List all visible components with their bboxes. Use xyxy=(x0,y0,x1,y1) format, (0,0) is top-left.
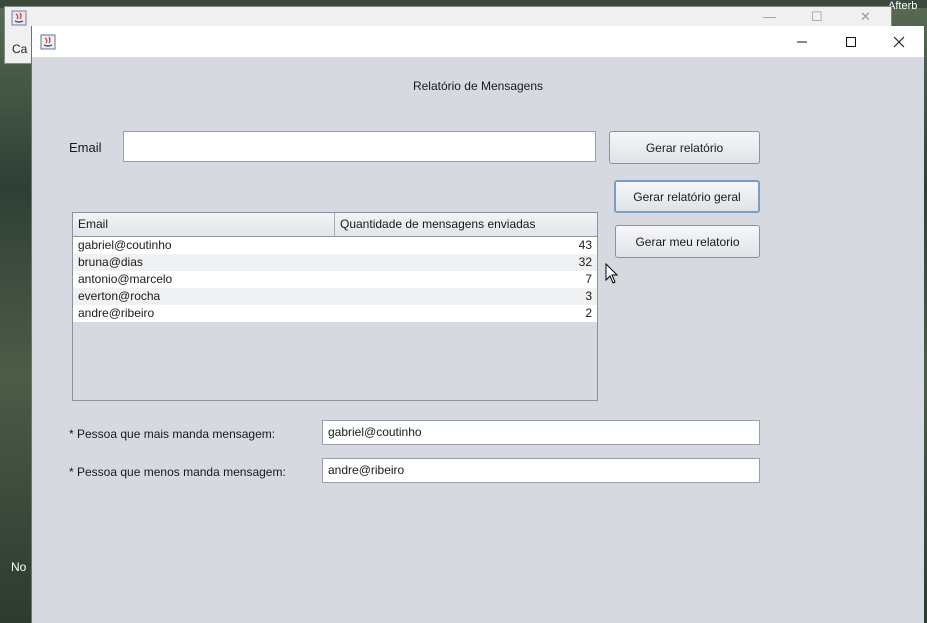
count-cell: 3 xyxy=(585,289,592,303)
close-icon xyxy=(893,36,905,47)
generate-report-button[interactable]: Gerar relatório xyxy=(609,131,760,164)
java-icon xyxy=(11,10,27,26)
mouse-cursor-icon xyxy=(605,263,619,284)
email-label: Email xyxy=(69,140,102,155)
email-cell: gabriel@coutinho xyxy=(78,238,172,252)
maximize-button[interactable] xyxy=(828,26,874,57)
title-bar[interactable] xyxy=(32,26,924,57)
column-header-count[interactable]: Quantidade de mensagens enviadas xyxy=(335,213,597,236)
table-row[interactable]: andre@ribeiro 2 xyxy=(73,305,597,322)
generate-general-report-button[interactable]: Gerar relatório geral xyxy=(614,180,760,213)
messages-table[interactable]: Email Quantidade de mensagens enviadas g… xyxy=(72,212,598,401)
table-row[interactable]: gabriel@coutinho 43 xyxy=(73,237,597,254)
background-text: Afterb xyxy=(888,0,918,12)
minimize-icon: — xyxy=(763,9,776,24)
count-cell: 7 xyxy=(585,272,592,286)
least-messages-field[interactable]: andre@ribeiro xyxy=(322,458,760,483)
least-messages-label: * Pessoa que menos manda mensagem: xyxy=(69,465,286,479)
count-cell: 2 xyxy=(585,306,592,320)
email-cell: bruna@dias xyxy=(78,255,143,269)
table-header: Email Quantidade de mensagens enviadas xyxy=(73,213,597,237)
minimize-button[interactable] xyxy=(779,26,825,57)
maximize-icon: ☐ xyxy=(811,9,823,24)
most-messages-label: * Pessoa que mais manda mensagem: xyxy=(69,427,276,441)
table-row[interactable]: bruna@dias 32 xyxy=(73,254,597,271)
email-input[interactable] xyxy=(123,131,596,162)
page-title: Relatório de Mensagens xyxy=(412,79,544,93)
close-button[interactable] xyxy=(876,26,922,57)
table-body: gabriel@coutinho 43 bruna@dias 32 antoni… xyxy=(73,237,597,322)
count-cell: 43 xyxy=(578,238,592,252)
background-label: No xyxy=(11,560,27,574)
table-row[interactable]: everton@rocha 3 xyxy=(73,288,597,305)
java-icon xyxy=(40,34,56,50)
table-row[interactable]: antonio@marcelo 7 xyxy=(73,271,597,288)
most-messages-field[interactable]: gabriel@coutinho xyxy=(322,420,760,445)
report-window: Relatório de Mensagens Email Gerar relat… xyxy=(31,26,924,623)
email-cell: andre@ribeiro xyxy=(78,306,155,320)
content-panel: Relatório de Mensagens Email Gerar relat… xyxy=(32,57,924,623)
maximize-icon xyxy=(846,36,856,47)
close-icon: ✕ xyxy=(860,9,871,24)
column-header-email[interactable]: Email xyxy=(73,213,335,236)
background-label: Ca xyxy=(12,42,28,56)
email-cell: antonio@marcelo xyxy=(78,272,173,286)
minimize-icon xyxy=(797,41,807,42)
email-cell: everton@rocha xyxy=(78,289,161,303)
generate-my-report-button[interactable]: Gerar meu relatorio xyxy=(615,225,760,258)
count-cell: 32 xyxy=(578,255,592,269)
